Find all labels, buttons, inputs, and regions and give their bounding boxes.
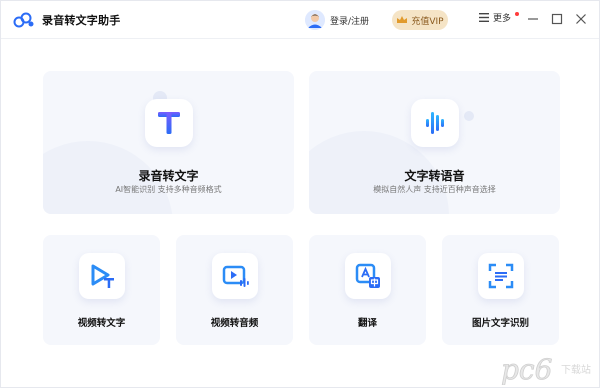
video-to-text-icon-box <box>78 253 125 299</box>
audio-to-text-icon-box <box>144 99 193 147</box>
text-to-speech-subtitle: 模拟自然人声 支持近百种声音选择 <box>373 185 496 194</box>
watermark-text: pc6 <box>501 353 552 385</box>
avatar[interactable] <box>305 10 325 30</box>
video-to-text-card[interactable]: 视频转文字 <box>43 235 160 345</box>
text-to-speech-icon-box <box>410 99 459 147</box>
video-to-audio-icon-box <box>211 253 258 299</box>
watermark-sub: 下载站 <box>561 363 591 376</box>
vip-label: 充值VIP <box>411 16 444 27</box>
text-to-speech-card[interactable]: 文字转语音 模拟自然人声 支持近百种声音选择 <box>309 71 560 214</box>
menu-icon <box>479 13 489 22</box>
translate-card[interactable]: 翻译 <box>309 235 426 345</box>
video-to-audio-title: 视频转音频 <box>210 318 259 329</box>
recharge-vip-button[interactable]: 充值VIP <box>392 10 448 30</box>
crown-icon <box>397 16 408 23</box>
translate-icon <box>355 263 380 288</box>
minimize-icon[interactable] <box>525 11 541 27</box>
close-icon[interactable] <box>573 11 589 27</box>
audio-to-text-subtitle: AI智能识别 支持多种音频格式 <box>115 185 222 194</box>
more-menu-button[interactable]: 更多 <box>479 11 520 24</box>
audio-to-text-card[interactable]: 录音转文字 AI智能识别 支持多种音频格式 <box>43 71 294 214</box>
scan-icon <box>488 263 513 289</box>
translate-icon-box <box>344 253 391 299</box>
maximize-icon[interactable] <box>549 11 565 27</box>
video-play-text-icon <box>91 264 114 288</box>
user-avatar-icon <box>305 10 325 30</box>
title-bar: 录音转文字助手 登录/注册 充值VIP 更多 <box>1 1 599 39</box>
text-to-speech-title: 文字转语音 <box>404 169 465 183</box>
more-label: 更多 <box>493 14 512 24</box>
video-audio-icon <box>222 265 249 287</box>
login-register-link[interactable]: 登录/注册 <box>330 14 369 27</box>
decor-dot <box>464 111 474 121</box>
video-to-text-title: 视频转文字 <box>77 318 126 329</box>
pc6-watermark-logo: pc6 下载站 <box>501 353 591 385</box>
sound-wave-icon <box>425 112 444 134</box>
letter-t-icon <box>157 112 180 134</box>
video-to-audio-card[interactable]: 视频转音频 <box>176 235 293 345</box>
image-ocr-card[interactable]: 图片文字识别 <box>442 235 559 345</box>
image-ocr-title: 图片文字识别 <box>471 318 529 329</box>
app-window: 录音转文字助手 登录/注册 充值VIP 更多 录音转文字 AI智能识别 支持多种… <box>0 0 600 388</box>
image-ocr-icon-box <box>477 253 524 299</box>
notification-dot <box>515 11 520 16</box>
translate-title: 翻译 <box>357 318 377 329</box>
app-logo-icon <box>13 12 34 28</box>
audio-to-text-title: 录音转文字 <box>138 169 199 183</box>
app-title: 录音转文字助手 <box>42 14 121 27</box>
